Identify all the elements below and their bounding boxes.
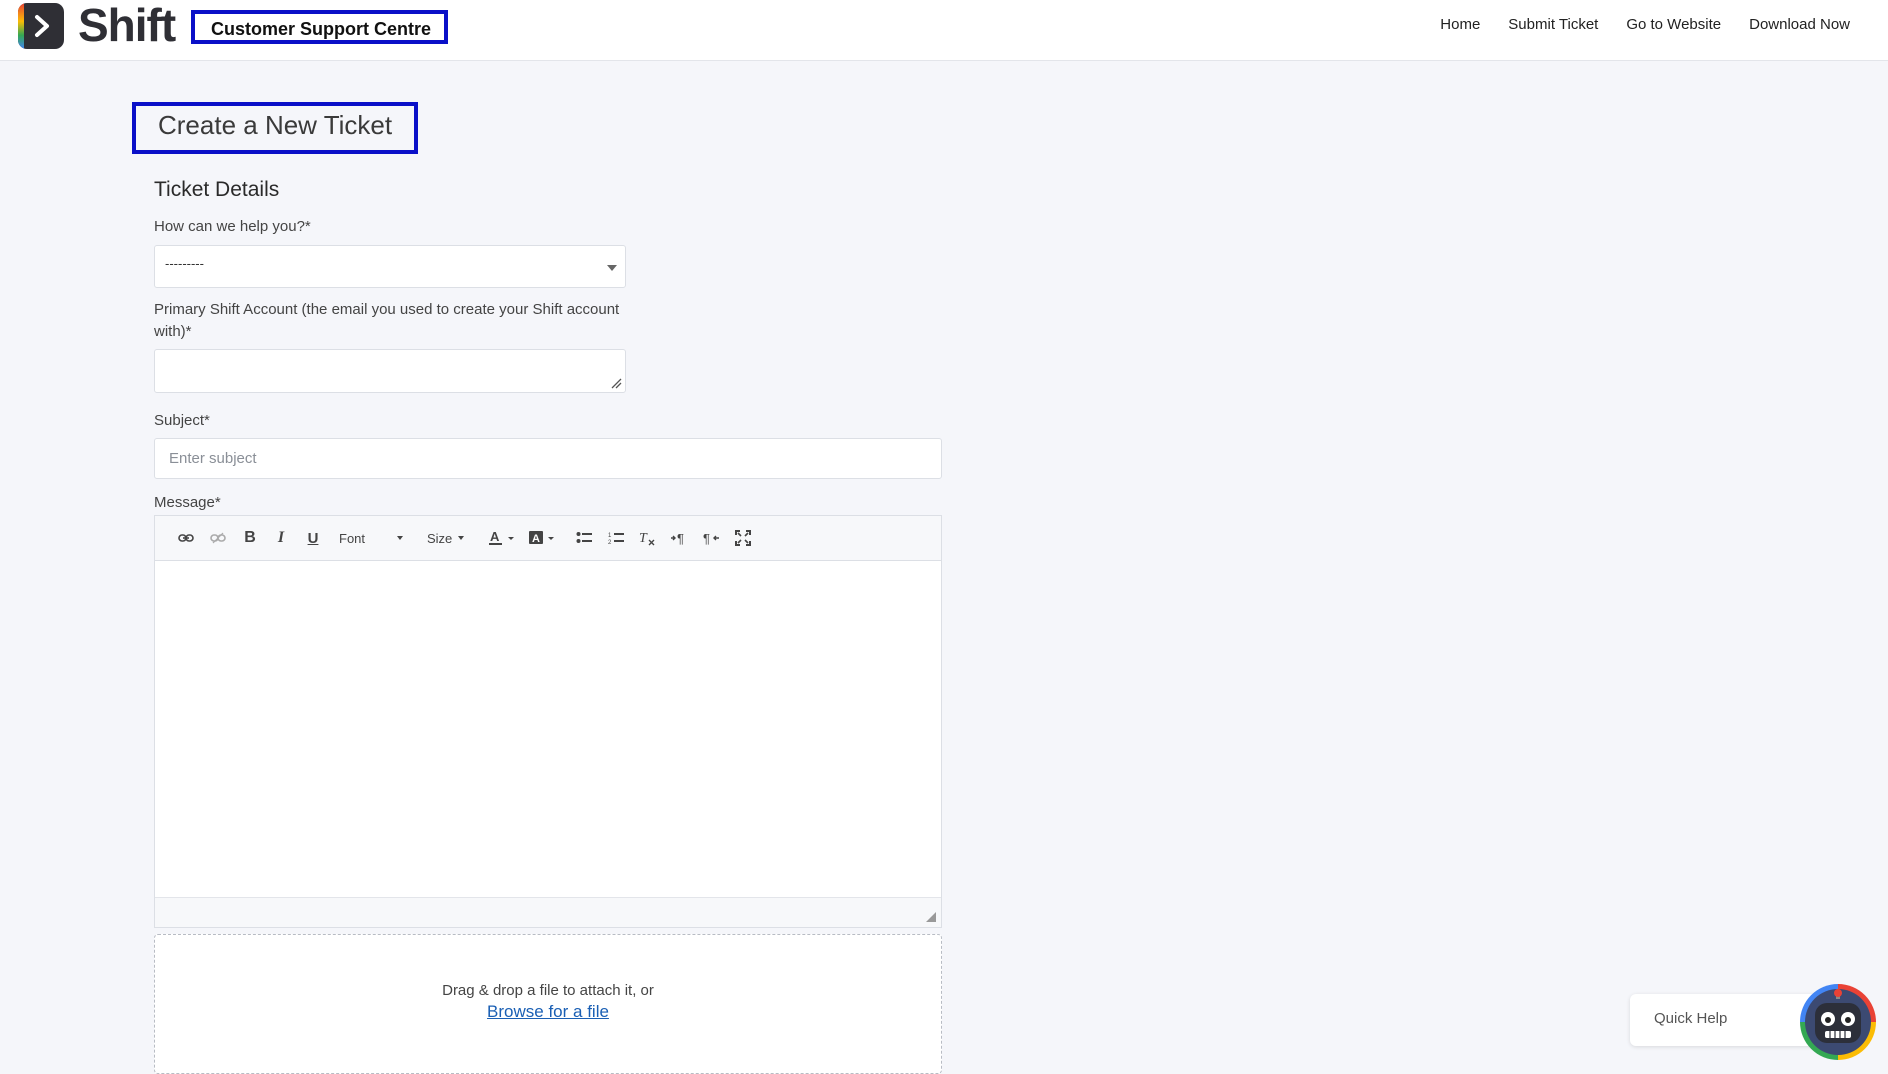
background-color-icon[interactable]: A <box>527 528 559 548</box>
site-title: Customer Support Centre <box>211 19 432 39</box>
size-dropdown-label: Size <box>427 530 453 546</box>
main-nav: Home Submit Ticket Go to Website Downloa… <box>1440 16 1850 33</box>
page-title-highlight: Create a New Ticket <box>132 102 418 154</box>
numbered-list-icon[interactable]: 12 <box>605 528 627 548</box>
nav-submit-ticket[interactable]: Submit Ticket <box>1508 16 1598 33</box>
account-label: Primary Shift Account (the email you use… <box>154 301 620 340</box>
editor-toolbar: B I U Font Size A A 12 T ¶ ¶ <box>155 516 941 561</box>
top-bar: Shift Customer Support Centre Home Submi… <box>0 0 1888 61</box>
shift-logo-icon[interactable] <box>18 3 64 49</box>
subject-input[interactable] <box>154 438 942 479</box>
link-icon[interactable] <box>175 528 197 548</box>
brand-name[interactable]: Shift <box>78 0 176 52</box>
svg-text:T: T <box>639 531 648 546</box>
font-dropdown[interactable]: Font <box>339 528 409 548</box>
bulleted-list-icon[interactable] <box>573 528 595 548</box>
help-select-value: --------- <box>165 256 204 271</box>
help-select[interactable]: --------- <box>154 245 626 288</box>
remove-format-icon[interactable]: T <box>636 528 658 548</box>
editor-status-bar <box>155 897 941 927</box>
svg-text:2: 2 <box>608 540 612 545</box>
ltr-icon[interactable]: ¶ <box>668 528 690 548</box>
unlink-icon[interactable] <box>207 528 229 548</box>
help-label: How can we help you?* <box>154 218 311 235</box>
chatbot-avatar-icon[interactable] <box>1800 984 1876 1060</box>
account-field[interactable] <box>154 349 626 393</box>
nav-home[interactable]: Home <box>1440 16 1480 33</box>
nav-download-now[interactable]: Download Now <box>1749 16 1850 33</box>
chevron-down-icon <box>607 265 617 271</box>
rtl-icon[interactable]: ¶ <box>700 528 722 548</box>
underline-icon[interactable]: U <box>303 528 323 548</box>
italic-icon[interactable]: I <box>271 528 291 548</box>
file-dropzone[interactable]: Drag & drop a file to attach it, or Brow… <box>154 934 942 1074</box>
chevron-down-icon <box>397 536 404 540</box>
svg-text:1: 1 <box>608 533 612 539</box>
chevron-down-icon <box>458 536 465 540</box>
svg-text:A: A <box>532 533 540 545</box>
svg-text:¶: ¶ <box>703 531 710 545</box>
site-title-highlight: Customer Support Centre <box>191 10 448 44</box>
message-body[interactable] <box>155 561 941 898</box>
resize-handle-icon[interactable] <box>926 912 936 922</box>
nav-go-to-website[interactable]: Go to Website <box>1626 16 1721 33</box>
size-dropdown[interactable]: Size <box>427 528 473 548</box>
section-title: Ticket Details <box>154 178 280 201</box>
browse-file-link[interactable]: Browse for a file <box>487 1002 609 1021</box>
message-editor: B I U Font Size A A 12 T ¶ ¶ <box>154 515 942 928</box>
quick-help-widget[interactable]: Quick Help <box>1630 994 1820 1046</box>
page-title: Create a New Ticket <box>158 110 393 140</box>
bold-icon[interactable]: B <box>240 528 260 548</box>
message-label: Message* <box>154 494 221 511</box>
svg-text:A: A <box>490 529 500 544</box>
text-color-icon[interactable]: A <box>487 528 517 548</box>
resize-handle-icon[interactable] <box>610 377 622 389</box>
quick-help-label: Quick Help <box>1654 1010 1728 1027</box>
maximize-icon[interactable] <box>732 528 754 548</box>
svg-text:¶: ¶ <box>677 531 684 545</box>
dropzone-text: Drag & drop a file to attach it, or <box>442 982 654 999</box>
font-dropdown-label: Font <box>339 530 366 546</box>
subject-label: Subject* <box>154 412 210 429</box>
